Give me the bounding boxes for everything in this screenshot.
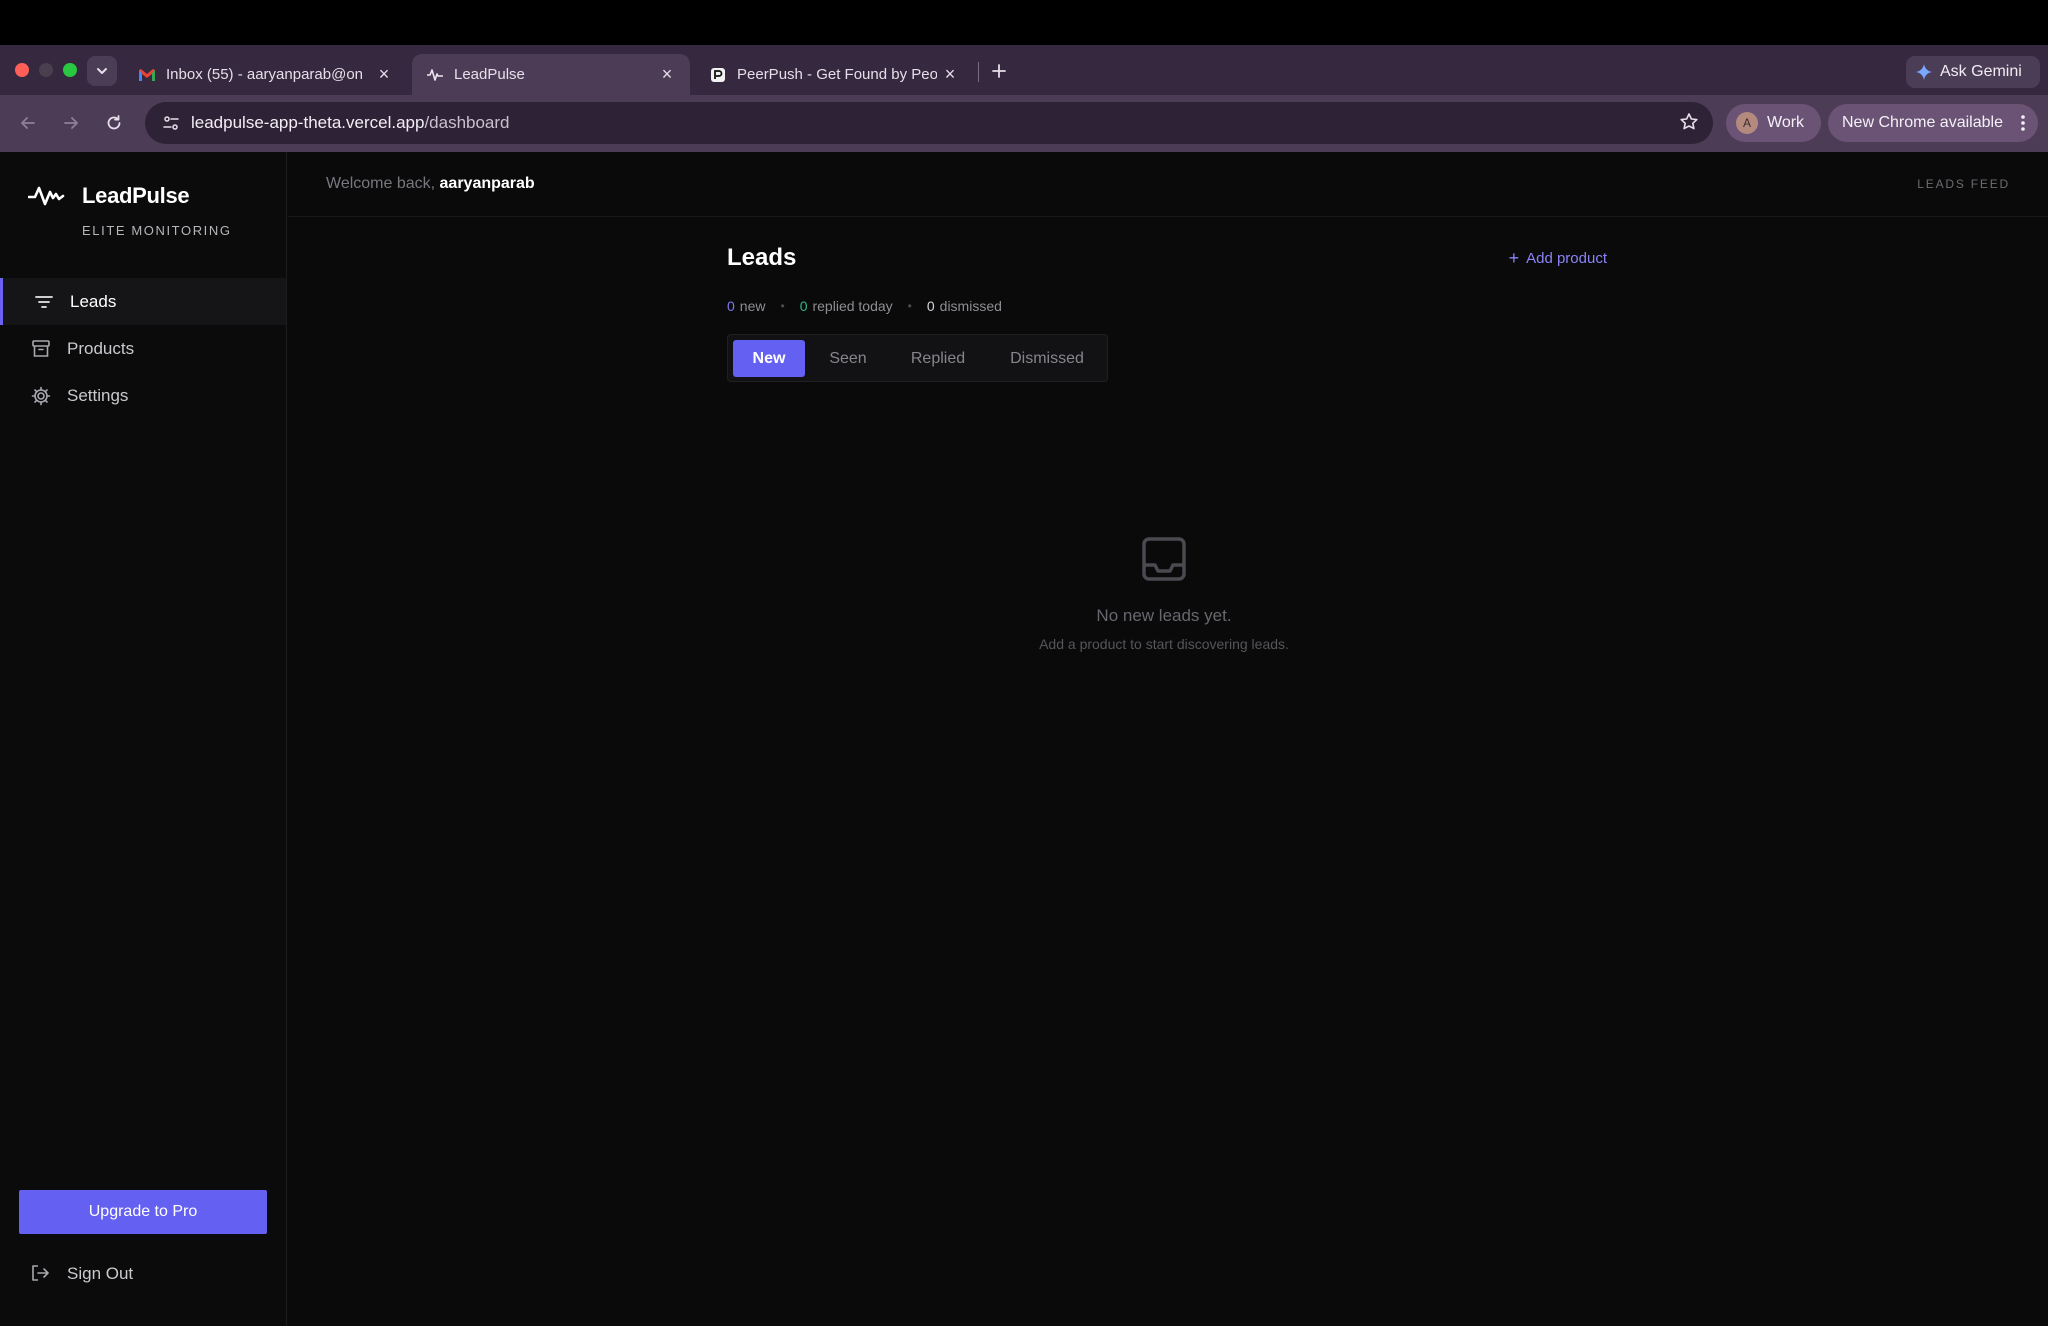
profile-button[interactable]: A Work <box>1726 104 1821 142</box>
chrome-update-label: New Chrome available <box>1842 114 2003 131</box>
empty-title: No new leads yet. <box>1096 606 1232 625</box>
gmail-icon <box>138 66 156 84</box>
upgrade-to-pro-button[interactable]: Upgrade to Pro <box>19 1190 267 1234</box>
sign-out-button[interactable]: Sign Out <box>30 1263 133 1285</box>
new-label: new <box>739 298 766 314</box>
tab-search-button[interactable] <box>87 56 117 86</box>
pulse-icon <box>426 66 444 84</box>
welcome-prefix: Welcome back, <box>326 175 436 192</box>
address-bar[interactable]: leadpulse-app-theta.vercel.app/dashboard <box>145 102 1713 144</box>
site-info-icon[interactable] <box>151 114 191 132</box>
app-root: LeadPulse ELITE MONITORING Leads Product… <box>0 152 2048 1326</box>
tab-dismissed[interactable]: Dismissed <box>991 340 1103 377</box>
url-path: /dashboard <box>424 113 510 132</box>
page-title: Leads <box>727 244 797 271</box>
window-close-button[interactable] <box>15 63 29 77</box>
bookmark-star-icon[interactable] <box>1679 112 1699 132</box>
dismissed-label: dismissed <box>939 298 1002 314</box>
inbox-tray-icon <box>1141 536 1187 582</box>
plus-icon <box>992 64 1006 78</box>
stat-separator: • <box>780 299 785 313</box>
close-icon[interactable]: × <box>941 65 959 83</box>
browser-tab-gmail[interactable]: Inbox (55) - aaryanparab@on × <box>124 54 407 95</box>
add-product-label: Add product <box>1526 250 1607 267</box>
empty-subtitle: Add a product to start discovering leads… <box>1039 636 1289 652</box>
pulse-icon <box>28 182 68 210</box>
leads-feed-label: LEADS FEED <box>1917 177 2010 191</box>
plus-icon: + <box>1508 248 1520 268</box>
main-panel: Welcome back, aaryanparab LEADS FEED Lea… <box>288 152 2048 1326</box>
ask-gemini-label: Ask Gemini <box>1940 63 2022 80</box>
tab-seen[interactable]: Seen <box>813 340 883 377</box>
profile-label: Work <box>1767 114 1805 131</box>
chrome-update-button[interactable]: New Chrome available <box>1828 104 2038 142</box>
brand-subtitle: ELITE MONITORING <box>82 223 232 238</box>
new-count: 0 <box>727 298 735 314</box>
window-zoom-button[interactable] <box>63 63 77 77</box>
add-product-button[interactable]: + Add product <box>1508 248 1607 268</box>
url-host: leadpulse-app-theta.vercel.app <box>191 113 425 132</box>
tab-label: LeadPulse <box>454 66 525 83</box>
reload-button[interactable] <box>98 107 130 139</box>
sidebar-item-products[interactable]: Products <box>0 325 286 372</box>
reload-icon <box>107 115 121 130</box>
screen-top-bar <box>0 0 2048 45</box>
sidebar-item-label: Products <box>67 338 135 358</box>
back-button[interactable] <box>12 107 44 139</box>
stat-separator: • <box>907 299 912 313</box>
welcome-message: Welcome back, aaryanparab <box>326 175 535 193</box>
sidebar-item-label: Leads <box>70 291 117 311</box>
top-header: Welcome back, aaryanparab LEADS FEED <box>288 152 2048 217</box>
sidebar-item-label: Settings <box>67 385 129 405</box>
sidebar-item-settings[interactable]: Settings <box>0 372 286 419</box>
tab-new[interactable]: New <box>733 340 805 377</box>
tab-separator <box>978 62 979 82</box>
browser-tab-peerpush[interactable]: PeerPush - Get Found by Peo × <box>695 54 973 95</box>
brand-logo[interactable]: LeadPulse <box>28 182 190 210</box>
sign-out-label: Sign Out <box>67 1264 134 1283</box>
new-tab-button[interactable] <box>986 58 1012 84</box>
url-text: leadpulse-app-theta.vercel.app/dashboard <box>191 113 510 133</box>
sidebar-item-leads[interactable]: Leads <box>0 278 286 325</box>
browser-tab-leadpulse[interactable]: LeadPulse × <box>412 54 690 95</box>
replied-count: 0 <box>799 298 808 314</box>
avatar: A <box>1736 112 1758 134</box>
brand-name: LeadPulse <box>82 183 190 208</box>
window-minimize-button[interactable] <box>39 63 53 77</box>
tab-label: PeerPush - Get Found by Peo <box>737 66 937 83</box>
arrow-right-icon <box>64 117 78 129</box>
arrow-left-icon <box>21 117 35 129</box>
chevron-down-icon <box>97 68 107 74</box>
more-vertical-icon[interactable] <box>2020 113 2026 133</box>
gear-icon <box>30 385 52 407</box>
dismissed-count: 0 <box>926 298 935 314</box>
filter-lines-icon <box>33 291 55 313</box>
tab-replied[interactable]: Replied <box>893 340 983 377</box>
close-icon[interactable]: × <box>375 65 393 83</box>
sidebar: LeadPulse ELITE MONITORING Leads Product… <box>0 152 287 1326</box>
archive-box-icon <box>30 338 52 360</box>
peerpush-icon <box>709 66 727 84</box>
close-icon[interactable]: × <box>658 65 676 83</box>
lead-stats: 0 new • 0 replied today • 0 dismissed <box>727 298 1002 314</box>
ask-gemini-button[interactable]: Ask Gemini <box>1906 56 2040 88</box>
sign-out-icon <box>30 1263 52 1285</box>
lead-status-tabs: New Seen Replied Dismissed <box>727 334 1108 382</box>
replied-label: replied today <box>812 298 893 314</box>
tab-label: Inbox (55) - aaryanparab@on <box>166 66 364 83</box>
username: aaryanparab <box>439 175 535 192</box>
sidebar-nav: Leads Products Settings <box>0 278 286 419</box>
gemini-spark-icon <box>1916 64 1932 80</box>
forward-button[interactable] <box>55 107 87 139</box>
